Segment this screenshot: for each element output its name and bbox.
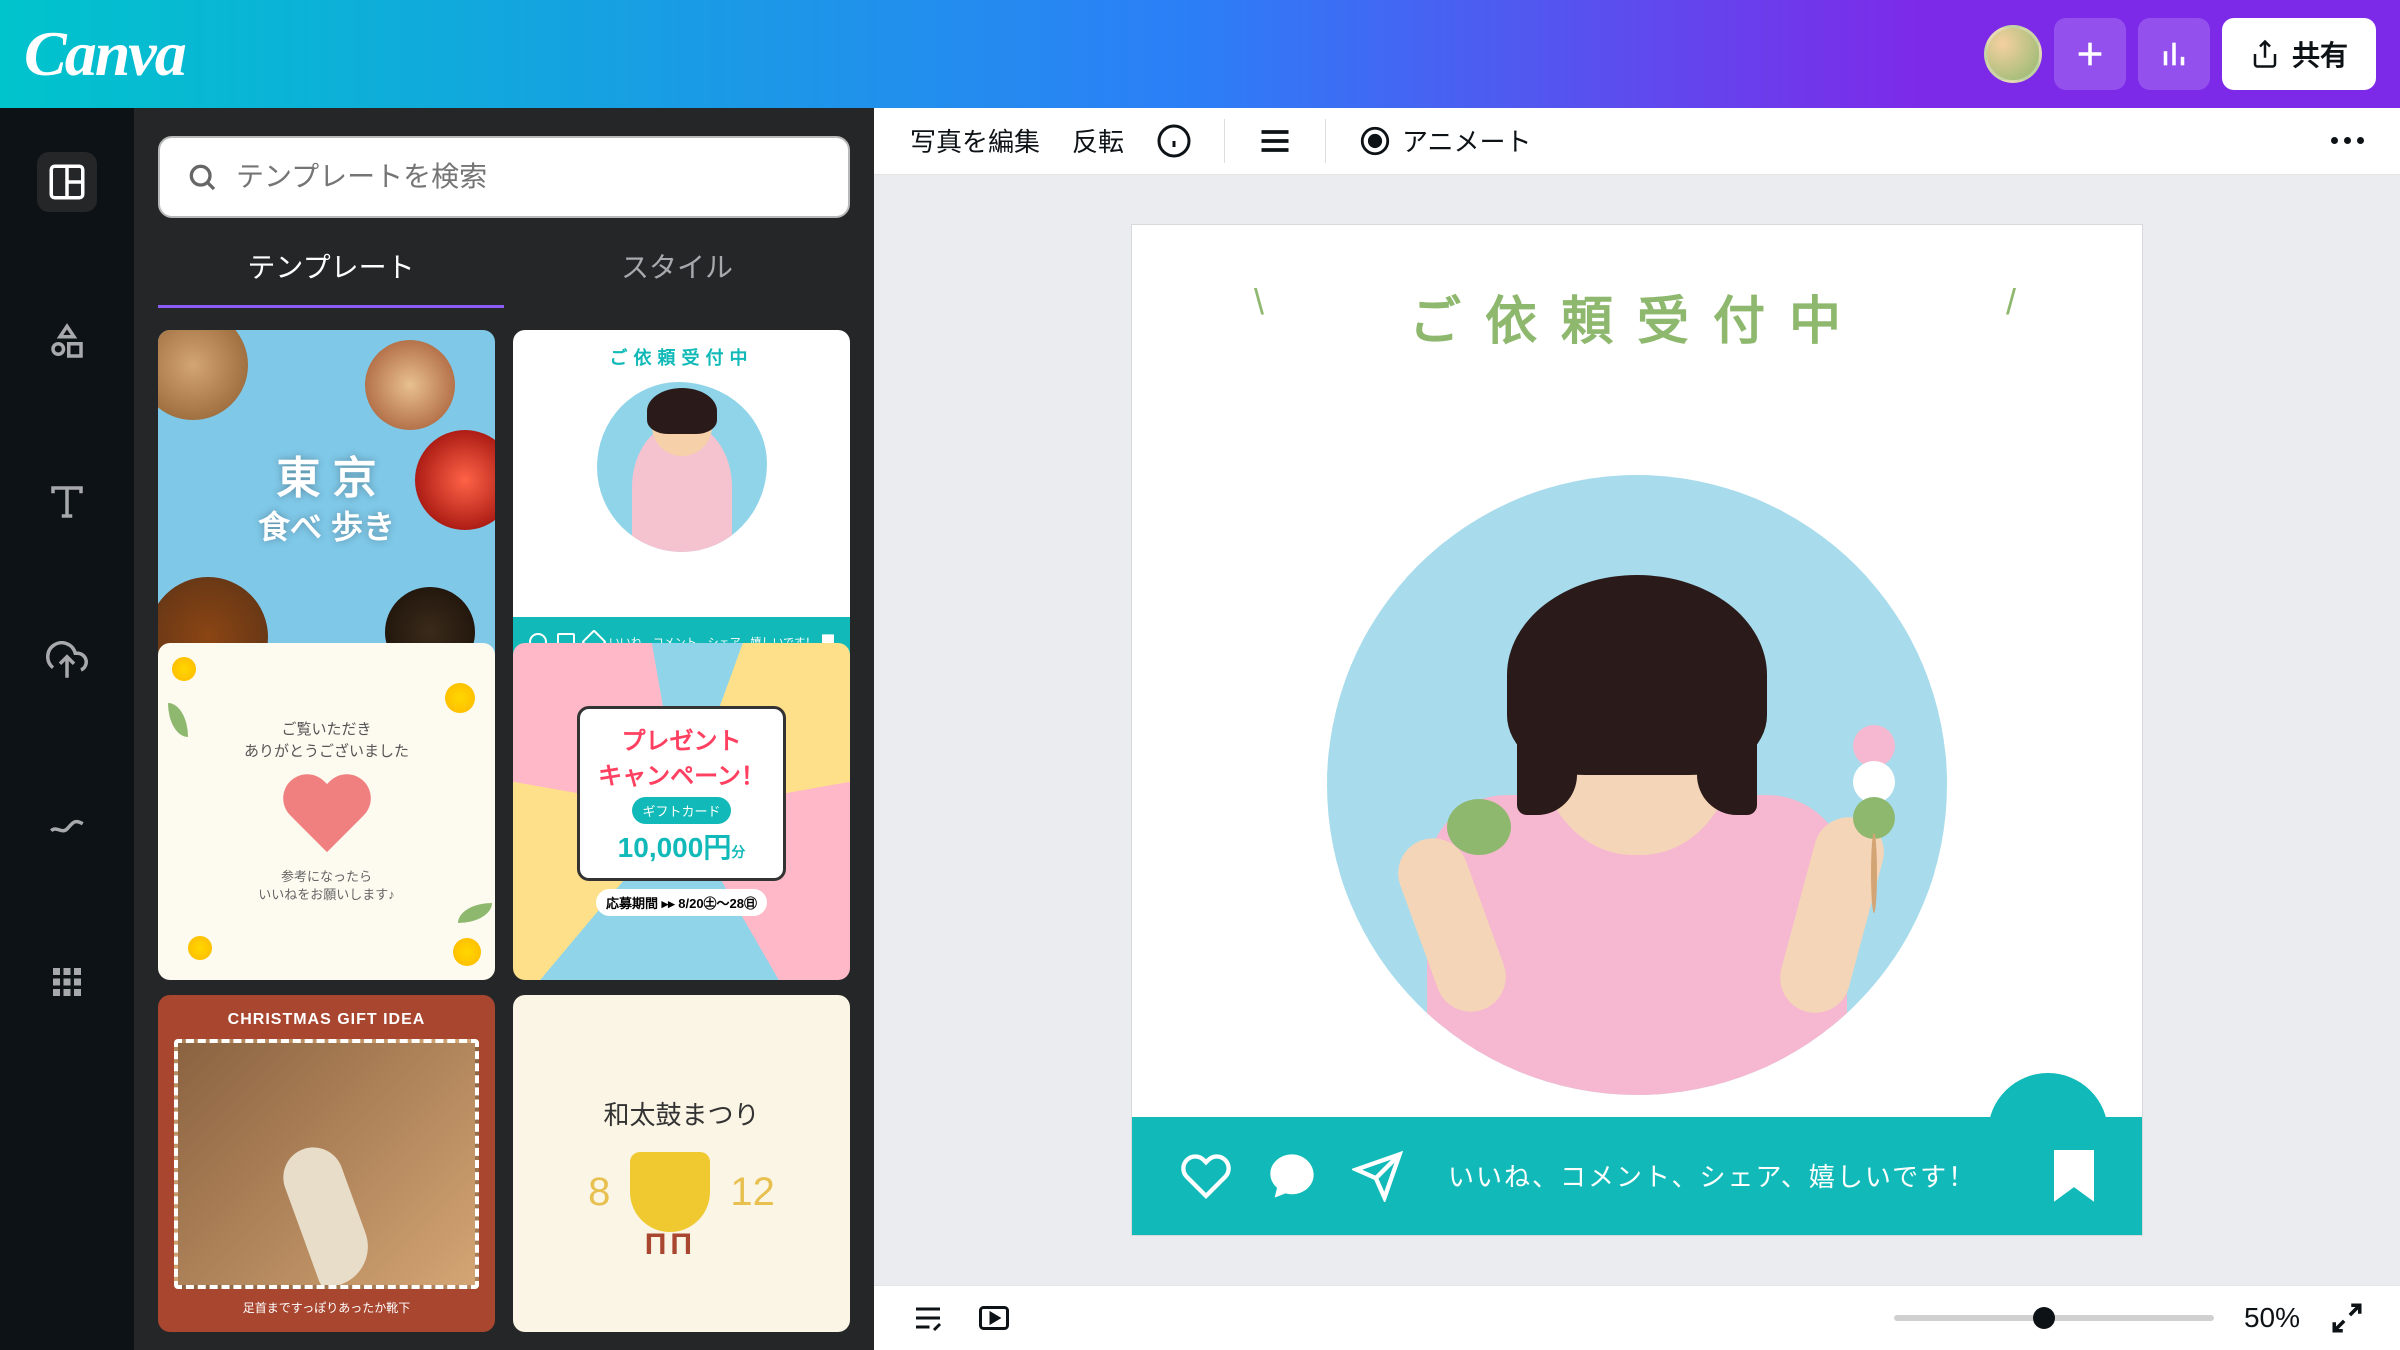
zoom-level[interactable]: 50%: [2244, 1302, 2300, 1334]
search-input[interactable]: [236, 161, 822, 193]
zoom-slider[interactable]: [1894, 1315, 2214, 1321]
template-thumbnail[interactable]: 東 京食べ 歩き: [158, 330, 495, 667]
share-label: 共有: [2292, 34, 2348, 74]
fullscreen-icon[interactable]: [2330, 1301, 2364, 1335]
animate-button[interactable]: アニメート: [1358, 122, 1531, 159]
design-title-text[interactable]: ご依頼受付中: [1132, 225, 2142, 354]
design-footer-bar[interactable]: いいね、コメント、シェア、嬉しいです！: [1132, 1117, 2142, 1235]
topbar-actions: 共有: [1984, 18, 2376, 90]
send-icon: [1352, 1150, 1404, 1202]
comment-icon: [1266, 1150, 1318, 1202]
side-rail: [0, 108, 134, 1350]
panel-tabs: テンプレート スタイル: [158, 226, 850, 308]
heart-icon: [1180, 1150, 1232, 1202]
template-thumbnail[interactable]: ご依頼受付中 いいね、コメント、シェア、嬉しいです！: [513, 330, 850, 667]
canva-logo[interactable]: Canva: [24, 17, 185, 91]
tab-templates[interactable]: テンプレート: [158, 226, 504, 308]
share-button[interactable]: 共有: [2222, 18, 2376, 90]
template-search[interactable]: [158, 136, 850, 218]
add-button[interactable]: [2054, 18, 2126, 90]
more-icon[interactable]: [2331, 137, 2364, 144]
design-canvas[interactable]: ご依頼受付中: [1132, 225, 2142, 1235]
notes-icon[interactable]: [910, 1300, 946, 1336]
canvas-area: 写真を編集 反転 アニメート 志乃 ご依頼受付中: [874, 108, 2400, 1350]
tab-styles[interactable]: スタイル: [504, 226, 850, 308]
edit-photo-button[interactable]: 写真を編集: [910, 122, 1040, 159]
rail-uploads-icon[interactable]: [37, 632, 97, 692]
user-avatar[interactable]: [1984, 25, 2042, 83]
zoom-thumb[interactable]: [2033, 1307, 2055, 1329]
rail-text-icon[interactable]: [37, 472, 97, 532]
template-thumbnail[interactable]: CHRISTMAS GIFT IDEA 足首まですっぽりあったか靴下: [158, 995, 495, 1332]
template-thumbnail[interactable]: ご覧いただきありがとうございました 参考になったらいいねをお願いします♪: [158, 643, 495, 980]
template-grid: 東 京食べ 歩き ご依頼受付中 いいね、コメント、シェア、嬉しいです！ ご覧いた…: [158, 330, 850, 1350]
top-bar: Canva 共有: [0, 0, 2400, 108]
info-icon[interactable]: [1156, 123, 1192, 159]
design-photo-frame[interactable]: [1327, 475, 1947, 1095]
rail-templates-icon[interactable]: [37, 152, 97, 212]
bookmark-icon: [2054, 1150, 2094, 1202]
template-thumbnail[interactable]: 和太鼓まつり 8 ΠΠ 12: [513, 995, 850, 1332]
context-toolbar: 写真を編集 反転 アニメート: [874, 108, 2400, 175]
template-thumbnail[interactable]: プレゼントキャンペーン！ ギフトカード 10,000円分 応募期間 ▸▸ 8/2…: [513, 643, 850, 980]
list-icon[interactable]: [1257, 123, 1293, 159]
analytics-button[interactable]: [2138, 18, 2210, 90]
flip-button[interactable]: 反転: [1072, 122, 1124, 159]
rail-apps-icon[interactable]: [37, 952, 97, 1012]
present-icon[interactable]: [976, 1300, 1012, 1336]
search-icon: [186, 161, 218, 193]
canvas-viewport[interactable]: 志乃 ご依頼受付中: [874, 175, 2400, 1285]
rail-draw-icon[interactable]: [37, 792, 97, 852]
bottom-bar: 50%: [874, 1285, 2400, 1350]
design-footer-text[interactable]: いいね、コメント、シェア、嬉しいです！: [1448, 1157, 2020, 1194]
rail-elements-icon[interactable]: [37, 312, 97, 372]
templates-panel: テンプレート スタイル 東 京食べ 歩き ご依頼受付中 いいね、コメント、シェア…: [134, 108, 874, 1350]
